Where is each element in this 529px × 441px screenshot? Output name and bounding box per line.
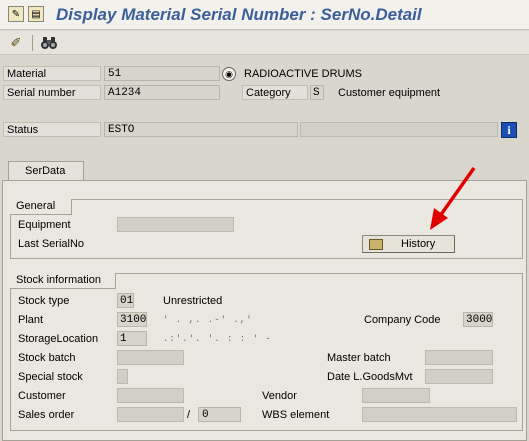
serial-number-label: Serial number	[3, 85, 101, 100]
stock-type-label: Stock type	[18, 295, 70, 307]
last-serialno-label: Last SerialNo	[18, 238, 85, 250]
wbs-element-field[interactable]	[362, 407, 517, 422]
material-field[interactable]: 51	[104, 66, 220, 81]
history-button-label: History	[401, 238, 436, 250]
master-batch-label: Master batch	[327, 352, 391, 364]
red-arrow-icon	[430, 166, 476, 230]
stock-batch-field[interactable]	[117, 350, 184, 365]
plant-label: Plant	[18, 314, 44, 326]
material-description: RADIOACTIVE DRUMS	[244, 68, 362, 80]
date-goods-mvt-field[interactable]	[425, 369, 493, 384]
master-batch-field[interactable]	[425, 350, 493, 365]
material-info-icon[interactable]: ◉	[222, 67, 236, 81]
stock-information-title: Stock information	[10, 273, 116, 289]
company-code-field[interactable]: 3000	[463, 312, 493, 327]
history-icon	[369, 238, 383, 250]
serial-number-field[interactable]: A1234	[104, 85, 220, 100]
plant-description: ' . ,. .-' .,'	[163, 315, 253, 325]
status-label: Status	[3, 122, 101, 137]
storage-location-field[interactable]: 1	[117, 331, 147, 346]
category-field[interactable]: S	[310, 85, 324, 100]
status-field[interactable]: ESTO	[104, 122, 298, 137]
stock-batch-label: Stock batch	[18, 352, 76, 364]
find-binoculars-icon[interactable]	[40, 35, 58, 51]
status-field-2[interactable]	[300, 122, 498, 137]
application-toolbar: ✐	[0, 31, 529, 55]
edit-pencil-icon[interactable]: ✐	[8, 35, 24, 51]
date-goods-mvt-label: Date L.GoodsMvt	[327, 371, 413, 383]
stock-type-field[interactable]: 01	[117, 293, 134, 308]
vendor-label: Vendor	[262, 390, 297, 402]
category-description: Customer equipment	[338, 87, 441, 99]
special-stock-field[interactable]	[117, 369, 128, 384]
display-change-icon[interactable]: ✎	[8, 6, 24, 22]
material-label: Material	[3, 66, 101, 81]
category-label: Category	[242, 85, 308, 100]
vendor-field[interactable]	[362, 388, 430, 403]
company-code-label: Company Code	[364, 314, 441, 326]
equipment-label: Equipment	[18, 219, 71, 231]
tab-serdata-label: SerData	[25, 165, 66, 177]
title-bar: ✎ ▤ Display Material Serial Number : Ser…	[0, 0, 529, 30]
sales-order-field[interactable]	[117, 407, 184, 422]
storage-location-label: StorageLocation	[18, 333, 99, 345]
general-group-title: General	[10, 199, 72, 215]
sales-order-label: Sales order	[18, 409, 75, 421]
page-title: Display Material Serial Number : SerNo.D…	[56, 5, 422, 24]
stock-type-description: Unrestricted	[163, 295, 223, 307]
sales-order-separator: /	[187, 409, 191, 421]
equipment-field[interactable]	[117, 217, 234, 232]
storage-location-description: .:'.'. '. : : ' -	[163, 334, 272, 344]
tab-serdata[interactable]: SerData	[8, 161, 84, 181]
other-object-icon[interactable]: ▤	[28, 6, 44, 22]
info-icon[interactable]: i	[501, 122, 517, 138]
wbs-element-label: WBS element	[262, 409, 330, 421]
special-stock-label: Special stock	[18, 371, 83, 383]
customer-field[interactable]	[117, 388, 184, 403]
history-button[interactable]: History	[362, 235, 455, 253]
customer-label: Customer	[18, 390, 66, 402]
plant-field[interactable]: 3100	[117, 312, 147, 327]
toolbar-separator	[32, 35, 33, 51]
sales-order-item-field[interactable]: 0	[198, 407, 241, 422]
